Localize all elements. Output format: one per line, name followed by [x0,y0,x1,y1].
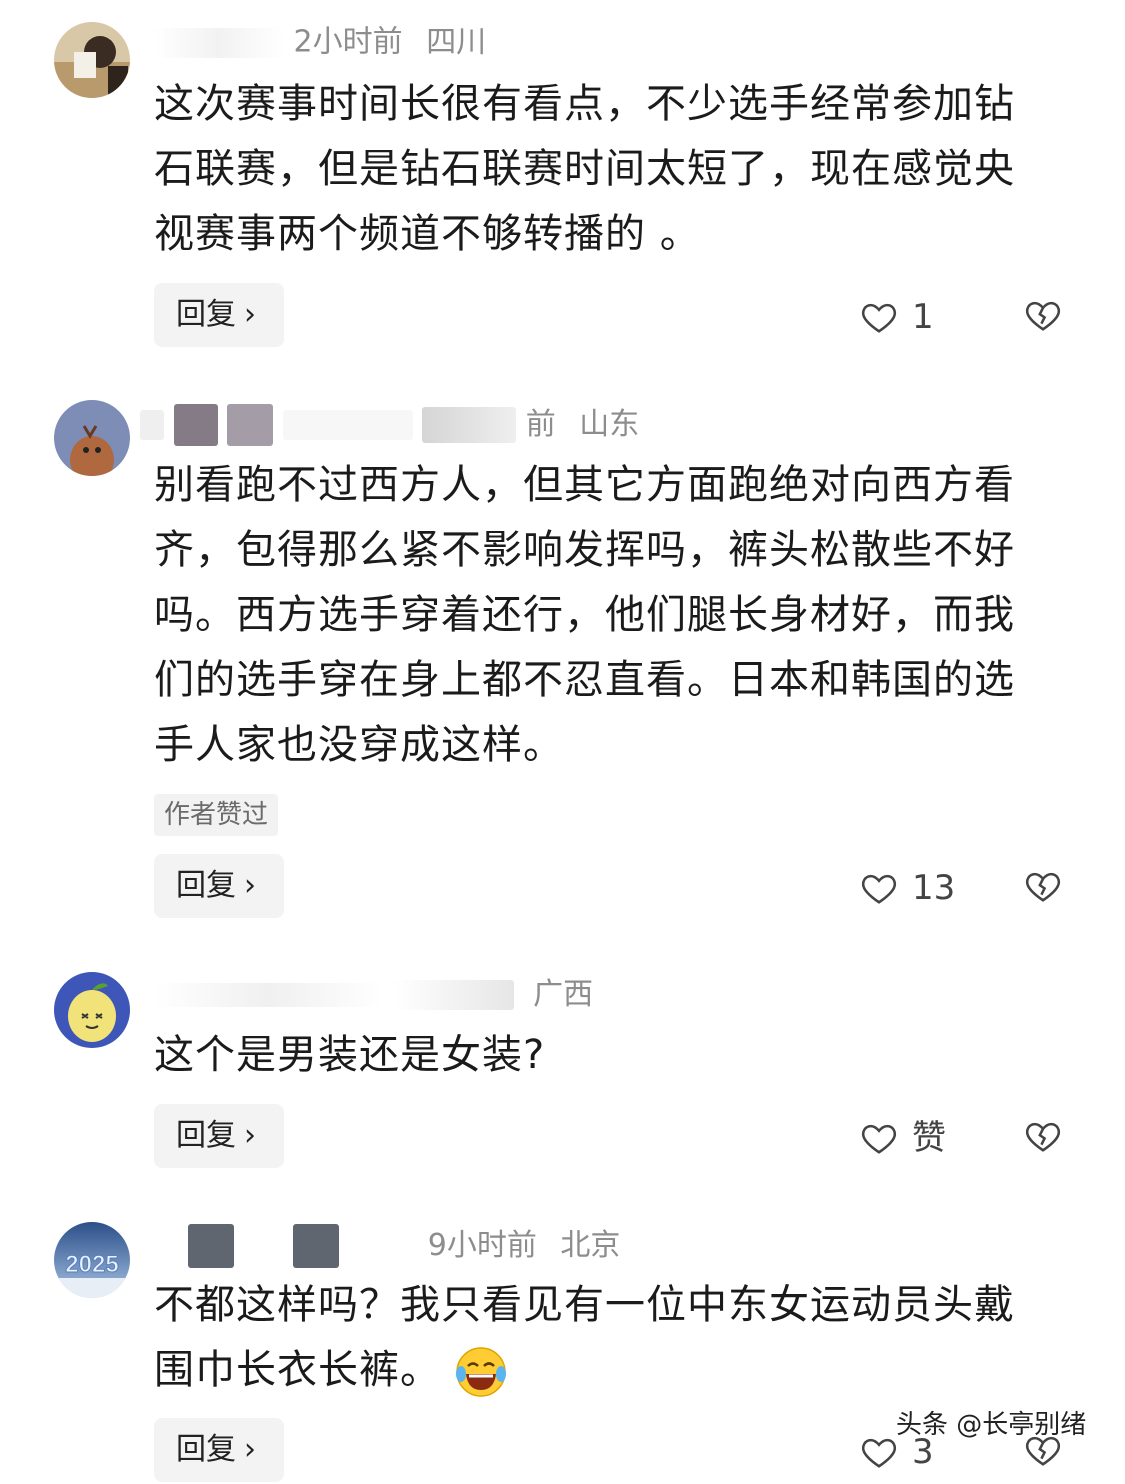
reply-button[interactable]: 回复 › [154,1418,284,1482]
username-redacted [154,982,384,1007]
comment-line: 别看跑不过西方人，但其它方面跑绝对向西方看 [154,462,1015,508]
comment-line: 不都这样吗？我只看见有一位中东女运动员头戴 [154,1282,1015,1328]
like-count: 13 [912,867,956,908]
like-count: 赞 [912,1117,946,1158]
avatar[interactable]: 2025 [54,1222,130,1298]
reply-label: 回复 [176,297,236,332]
avatar-caption: 2025 [65,1251,118,1278]
comment-text: 这次赛事时间长很有看点，不少选手经常参加钻 石联赛，但是钻石联赛时间太短了，现在… [154,72,1074,267]
username-redacted [154,27,284,58]
heart-outline-icon [861,874,897,904]
chevron-right-icon: › [244,1432,256,1467]
avatar-image [54,972,130,1048]
author-liked-badge: 作者赞过 [154,794,279,836]
like-button[interactable]: 赞 [860,1104,946,1168]
comment-meta: 广西 [154,974,593,1014]
comment-time: 前 [525,407,556,442]
username-redacted [422,407,517,443]
comment-line: 齐，包得那么紧不影响发挥吗，裤头松散些不好 [154,527,1015,573]
username-redacted [154,1226,178,1266]
comment-meta: 2小时前 四川 [154,22,486,62]
dislike-button[interactable] [1024,854,1064,918]
broken-heart-icon [1025,872,1061,902]
reply-label: 回复 [176,868,236,903]
comment-meta: 9小时前 北京 [154,1224,621,1268]
username-redacted [348,1231,419,1261]
comment-text: 这个是男装还是女装? [154,1023,1074,1088]
comment-line: 们的选手穿在身上都不忍直看。日本和韩国的选 [154,657,1015,703]
comment-region: 四川 [426,24,487,60]
comment-region: 北京 [560,1228,621,1263]
avatar-image [54,22,130,98]
chevron-right-icon: › [244,868,256,903]
avatar[interactable] [54,972,130,1048]
comment-region: 广西 [533,976,594,1012]
comment-line-text: 围巾长衣长裤。 [154,1347,441,1393]
comment-line: 石联赛，但是钻石联赛时间太短了，现在感觉央 [154,146,1015,192]
dislike-button[interactable] [1024,1104,1064,1168]
username-redacted [187,1224,234,1268]
username-redacted [140,410,164,440]
heart-outline-icon [861,1124,897,1154]
avatar-image: 2025 [54,1222,130,1298]
comment-line: 这次赛事时间长很有看点，不少选手经常参加钻 [154,81,1015,127]
chevron-right-icon: › [244,297,256,332]
like-button[interactable]: 1 [860,283,934,347]
reply-label: 回复 [176,1118,236,1153]
comment-line: 吗。西方选手穿着还行，他们腿长身材好，而我 [154,592,1015,638]
heart-outline-icon [861,1438,897,1468]
source-watermark: 头条 @长亭别绪 [896,1410,1087,1440]
avatar-image [54,400,130,476]
like-count: 1 [912,296,934,337]
reply-button[interactable]: 回复 › [154,854,284,918]
reply-button[interactable]: 回复 › [154,283,284,347]
username-redacted [243,1224,284,1268]
reply-button[interactable]: 回复 › [154,1104,284,1168]
comment-time: 2小时前 [293,24,403,60]
chevron-right-icon: › [244,1118,256,1153]
username-redacted [292,1224,339,1268]
comment-line: 手人家也没穿成这样。 [154,722,564,768]
avatar[interactable] [54,22,130,98]
broken-heart-icon [1025,1122,1061,1152]
comment-region: 山东 [579,407,640,442]
comment-text: 不都这样吗？我只看见有一位中东女运动员头戴 围巾长衣长裤。 [154,1273,1074,1403]
like-button[interactable]: 13 [860,854,955,918]
comment-line: 视赛事两个频道不够转播的 。 [154,211,701,257]
reply-label: 回复 [176,1432,236,1467]
heart-outline-icon [861,303,897,333]
dislike-button[interactable] [1024,283,1064,347]
comment-line: 这个是男装还是女装? [154,1032,546,1078]
username-redacted [393,979,514,1010]
comment-line: 围巾长衣长裤。 [154,1338,1074,1403]
username-redacted [282,410,413,440]
laughing-tears-emoji-icon [456,1347,506,1397]
avatar[interactable] [54,400,130,476]
comment-time: 9小时前 [427,1228,537,1263]
broken-heart-icon [1025,301,1061,331]
comment-text: 别看跑不过西方人，但其它方面跑绝对向西方看 齐，包得那么紧不影响发挥吗，裤头松散… [154,453,1074,778]
username-redacted [173,404,218,446]
comment-meta: 前 山东 [140,404,640,446]
username-redacted [227,404,274,446]
